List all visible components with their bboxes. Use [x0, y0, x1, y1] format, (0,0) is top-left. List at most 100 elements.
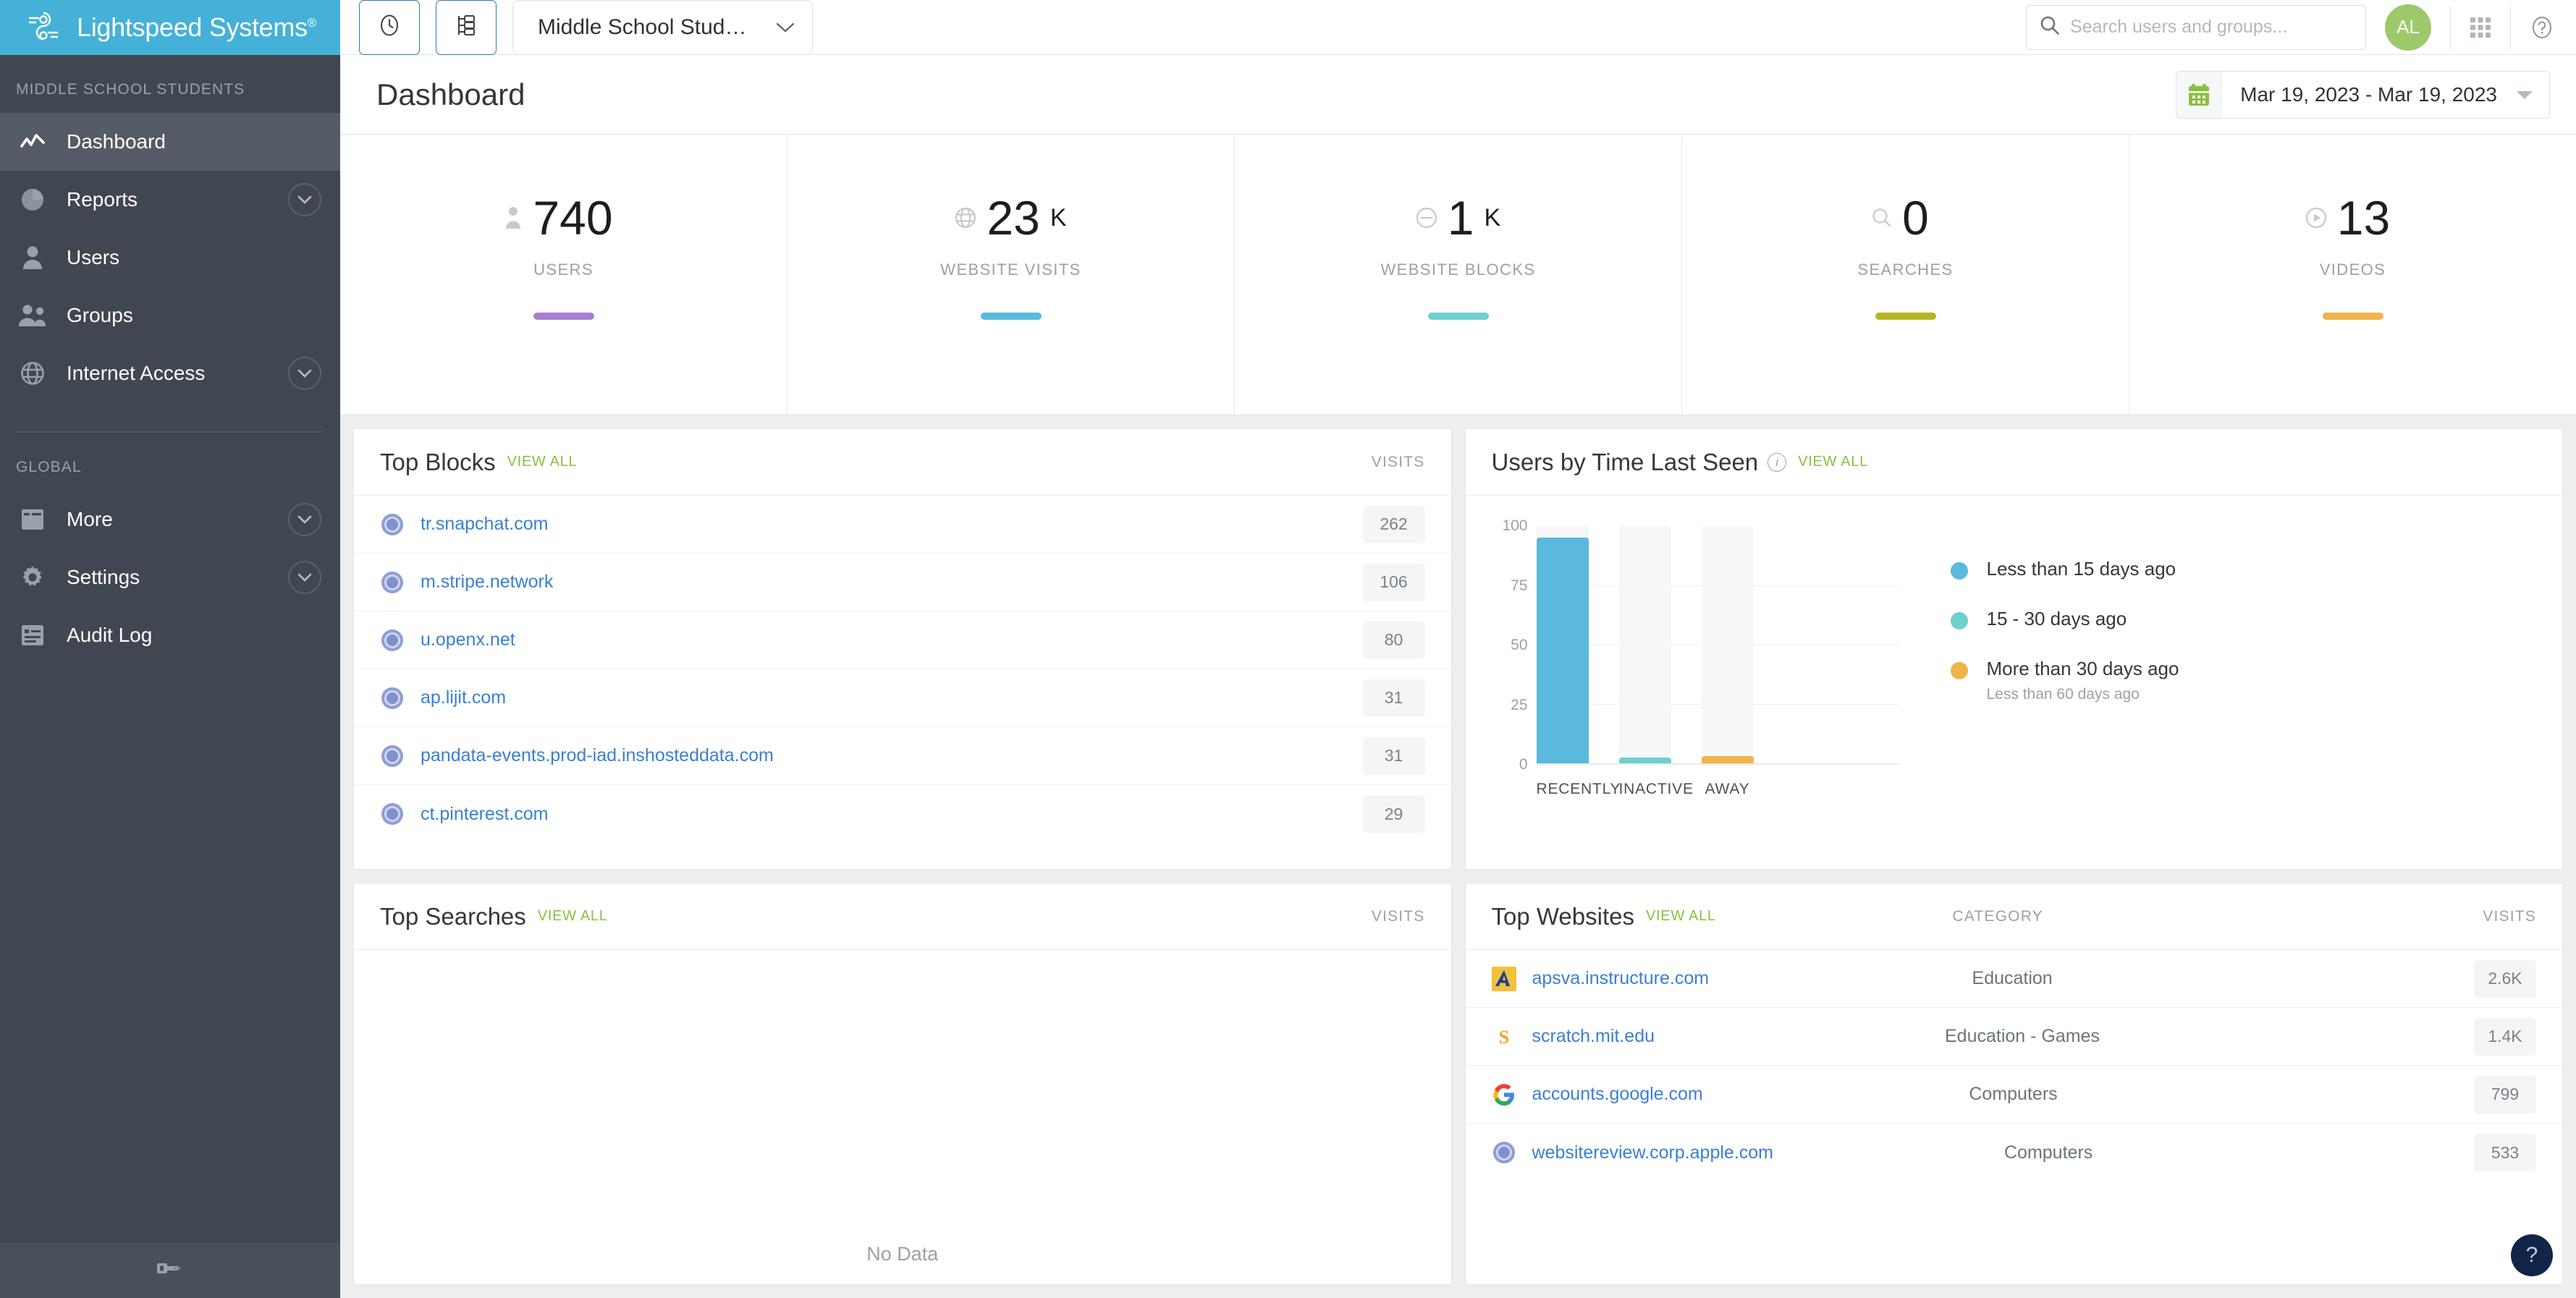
history-button[interactable] [359, 0, 420, 55]
table-row[interactable]: ap.lijit.com 31 [354, 669, 1451, 727]
site-link[interactable]: ap.lijit.com [421, 687, 506, 708]
table-row[interactable]: apsva.instructure.com Education 2.6K [1465, 950, 2562, 1008]
sidebar-item-more[interactable]: More [0, 491, 340, 548]
chevron-down-icon[interactable] [288, 183, 321, 216]
kpi-card-videos[interactable]: 13 VIDEOS [2129, 135, 2576, 415]
site-link[interactable]: accounts.google.com [1532, 1084, 1703, 1105]
view-all-link[interactable]: VIEW ALL [1798, 454, 1868, 470]
users-by-time-last-seen-card: Users by Time Last Seen i VIEW ALL 100 7… [1464, 428, 2563, 870]
view-all-link[interactable]: VIEW ALL [538, 908, 608, 925]
apps-grid-icon[interactable] [2470, 17, 2491, 38]
kpi-value-row: 13 [2305, 194, 2400, 242]
card-title: Top Blocks [380, 448, 496, 475]
help-fab-button[interactable]: ? [2511, 1234, 2553, 1276]
kpi-label: VIDEOS [2319, 260, 2386, 279]
y-tick-label: 100 [1502, 517, 1528, 534]
scratch-favicon: S [1492, 1025, 1516, 1049]
bar-away [1701, 756, 1754, 763]
bar-column-inactive[interactable] [1618, 526, 1671, 763]
search-input[interactable] [2070, 17, 2352, 38]
hierarchy-button[interactable] [436, 0, 497, 55]
brand-name: Lightspeed Systems® [77, 12, 317, 42]
avatar-initials: AL [2396, 16, 2420, 38]
globe-favicon [380, 628, 405, 653]
sidebar-item-internet-access[interactable]: Internet Access [0, 344, 340, 402]
person-icon [504, 206, 523, 229]
table-row[interactable]: accounts.google.com Computers 799 [1465, 1066, 2562, 1124]
block-icon [1416, 207, 1437, 229]
globe-icon [16, 361, 49, 386]
date-range-selector[interactable]: Mar 19, 2023 - Mar 19, 2023 [2176, 70, 2550, 119]
chevron-down-icon[interactable] [288, 357, 321, 390]
kpi-label: SEARCHES [1857, 260, 1954, 279]
bar-column-away[interactable] [1701, 526, 1754, 763]
card-header: Top Searches VIEW ALL VISITS [354, 883, 1451, 950]
site-link[interactable]: tr.snapchat.com [421, 514, 548, 535]
top-blocks-card: Top Blocks VIEW ALL VISITS tr.snapchat.c… [353, 428, 1452, 870]
kpi-card-searches[interactable]: 0 SEARCHES [1682, 135, 2129, 415]
sidebar-item-settings[interactable]: Settings [0, 548, 340, 606]
sidebar-item-label: Dashboard [67, 130, 166, 153]
visits-badge: 1.4K [2473, 1017, 2536, 1056]
bar-column-recently[interactable] [1536, 526, 1589, 763]
chevron-down-icon[interactable] [288, 503, 321, 536]
brand-header[interactable]: Lightspeed Systems® [0, 0, 340, 55]
sidebar-collapse-button[interactable] [0, 1242, 340, 1298]
site-link[interactable]: m.stripe.network [421, 572, 553, 593]
kpi-value-row: 0 [1872, 194, 1939, 242]
kpi-suffix: K [1484, 203, 1501, 232]
topbar-separator [2510, 5, 2511, 49]
site-link[interactable]: scratch.mit.edu [1532, 1026, 1655, 1047]
sidebar-item-groups[interactable]: Groups [0, 287, 340, 344]
view-all-link[interactable]: VIEW ALL [1646, 908, 1716, 925]
page-header: Dashboard Mar 19, 2023 - Mar 19, 2023 [340, 55, 2576, 135]
table-row[interactable]: tr.snapchat.com 262 [354, 496, 1451, 553]
sidebar-item-dashboard[interactable]: Dashboard [0, 113, 340, 171]
table-row[interactable]: u.openx.net 80 [354, 611, 1451, 669]
legend-item: More than 30 days ago Less than 60 days … [1950, 658, 2179, 703]
table-row[interactable]: pandata-events.prod-iad.inshosteddata.co… [354, 727, 1451, 785]
view-all-link[interactable]: VIEW ALL [507, 454, 578, 470]
list-document-icon [16, 624, 49, 647]
site-link[interactable]: pandata-events.prod-iad.inshosteddata.co… [421, 745, 774, 766]
search-box[interactable] [2026, 4, 2366, 50]
users-group-icon [16, 304, 49, 327]
chevron-down-icon[interactable] [288, 561, 321, 594]
legend-item: 15 - 30 days ago [1950, 608, 2179, 630]
sidebar-item-label: Reports [67, 188, 138, 211]
help-circle-icon[interactable] [2530, 15, 2554, 40]
avatar[interactable]: AL [2385, 4, 2431, 51]
scope-selector[interactable]: Middle School Stud… [512, 0, 813, 55]
site-link[interactable]: apsva.instructure.com [1532, 968, 1710, 989]
legend-color-dot [1950, 662, 1968, 679]
sidebar-item-users[interactable]: Users [0, 229, 340, 287]
bar-inactive [1618, 758, 1671, 763]
sidebar-item-audit-log[interactable]: Audit Log [0, 606, 340, 664]
main-scroll-wrap: 740 USERS 23 K WEBSITE VISITS 1 K WEBSIT… [340, 135, 2576, 1298]
table-row[interactable]: m.stripe.network 106 [354, 553, 1451, 611]
kpi-card-website-blocks[interactable]: 1 K WEBSITE BLOCKS [1235, 135, 1682, 415]
table-row[interactable]: S scratch.mit.edu Education - Games 1.4K [1465, 1008, 2562, 1066]
column-header-visits: VISITS [2483, 907, 2536, 925]
top-searches-card: Top Searches VIEW ALL VISITS No Data [353, 883, 1452, 1285]
legend-sublabel: Less than 60 days ago [1986, 686, 2140, 703]
site-link[interactable]: u.openx.net [421, 629, 515, 650]
info-icon[interactable]: i [1768, 452, 1787, 472]
kpi-value: 1 [1447, 191, 1474, 245]
table-row[interactable]: ct.pinterest.com 29 [354, 785, 1451, 843]
site-link[interactable]: websitereview.corp.apple.com [1532, 1142, 1774, 1163]
chart-legend: Less than 15 days ago 15 - 30 days ago M… [1900, 526, 2179, 869]
legend-label: More than 30 days ago [1986, 658, 2179, 679]
legend-label: Less than 15 days ago [1986, 558, 2176, 580]
site-category: Computers [1969, 1084, 2058, 1104]
y-tick-label: 75 [1511, 577, 1528, 594]
globe-favicon [1492, 1140, 1516, 1165]
table-row[interactable]: websitereview.corp.apple.com Computers 5… [1466, 1124, 2563, 1182]
sidebar-item-reports[interactable]: Reports [0, 171, 340, 229]
visits-badge: 533 [2474, 1134, 2536, 1171]
site-link[interactable]: ct.pinterest.com [421, 804, 548, 825]
magnifier-icon [1872, 208, 1892, 228]
kpi-card-website-visits[interactable]: 23 K WEBSITE VISITS [787, 135, 1235, 415]
kpi-value-row: 740 [504, 194, 622, 242]
kpi-card-users[interactable]: 740 USERS [340, 135, 787, 415]
